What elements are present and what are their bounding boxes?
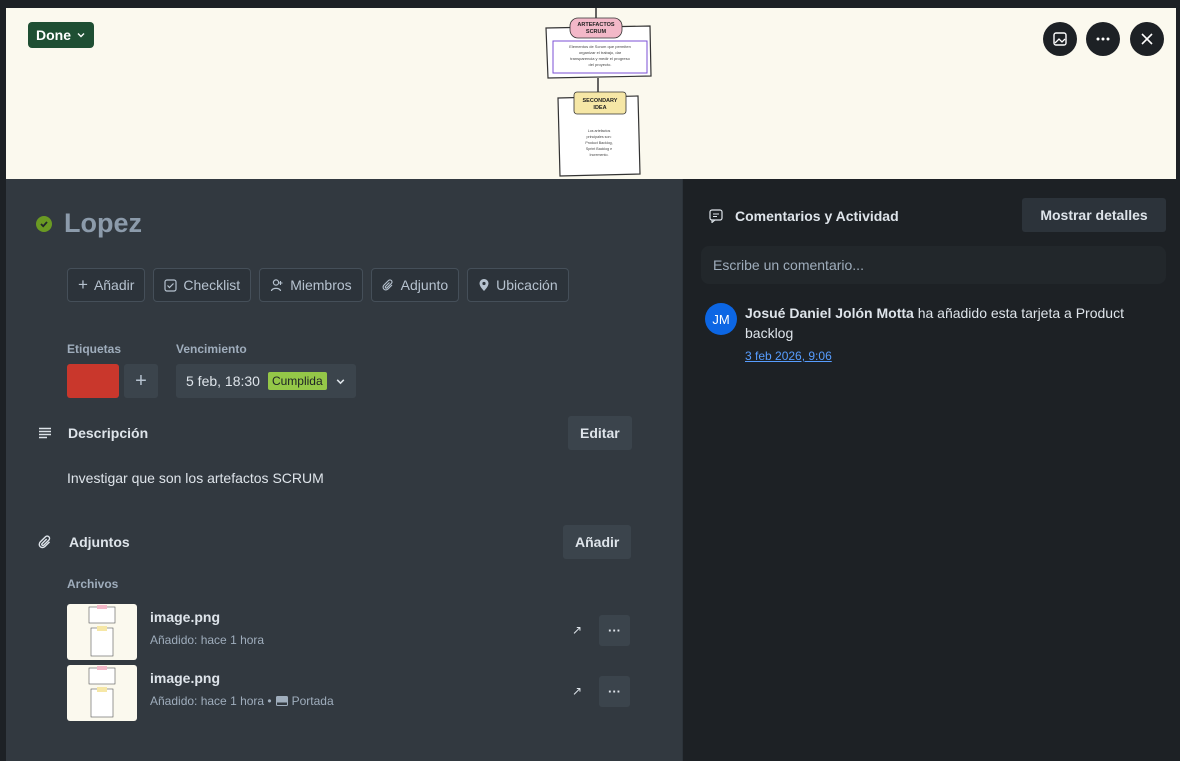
card-detail-modal: Done ARTEFACTOS SCRUM Elementos de Scrum… <box>6 8 1176 761</box>
svg-text:SCRUM: SCRUM <box>586 29 607 35</box>
svg-text:principales son:: principales son: <box>587 135 612 139</box>
svg-text:del proyecto.: del proyecto. <box>589 62 612 67</box>
members-button[interactable]: Miembros <box>259 268 363 302</box>
ellipsis-icon: ··· <box>608 684 621 699</box>
activity-entry: Josué Daniel Jolón Motta ha añadido esta… <box>745 303 1165 343</box>
complete-checkmark-icon[interactable] <box>36 215 52 232</box>
card-cover: Done ARTEFACTOS SCRUM Elementos de Scrum… <box>6 8 1176 179</box>
add-button[interactable]: + Añadir <box>67 268 146 302</box>
attachment-meta: Añadido: hace 1 hora • Portada <box>150 694 334 708</box>
open-attachment-button[interactable]: ↗ <box>567 616 587 644</box>
description-header: Descripción <box>38 425 148 441</box>
card-title[interactable]: Lopez <box>64 208 142 239</box>
svg-text:Sprint Backlog e: Sprint Backlog e <box>586 147 612 151</box>
labels-heading: Etiquetas <box>67 342 122 356</box>
close-button[interactable] <box>1130 22 1164 56</box>
avatar[interactable]: JM <box>705 303 737 335</box>
attachment-thumbnail[interactable] <box>67 665 137 721</box>
attachment-row[interactable]: image.png Añadido: hace 1 hora ↗ ··· <box>67 604 642 660</box>
attachment-label: Adjunto <box>400 277 449 293</box>
show-details-button[interactable]: Mostrar detalles <box>1022 198 1166 232</box>
arrow-up-right-icon: ↗ <box>571 684 583 698</box>
add-label: Añadir <box>93 277 135 293</box>
paperclip-icon <box>38 534 51 548</box>
comment-input[interactable] <box>701 246 1166 284</box>
svg-text:ARTEFACTOS: ARTEFACTOS <box>577 22 615 28</box>
due-status-badge: Cumplida <box>267 372 327 390</box>
chevron-down-icon <box>336 378 345 384</box>
members-label: Miembros <box>290 277 352 293</box>
description-icon <box>39 427 51 439</box>
due-heading: Vencimiento <box>176 342 247 356</box>
attachment-name: image.png <box>150 609 221 625</box>
add-label-button[interactable]: + <box>124 364 158 398</box>
plus-icon: + <box>135 369 147 392</box>
svg-text:IDEA: IDEA <box>593 105 606 111</box>
label-chip[interactable] <box>67 364 119 398</box>
attachment-date: Añadido: hace 1 hora <box>150 633 265 647</box>
edit-description-button[interactable]: Editar <box>568 416 632 450</box>
activity-panel: Comentarios y Actividad Mostrar detalles… <box>682 179 1176 761</box>
card-actions: + Añadir Checklist Miembros Adjunto Ubic… <box>67 268 569 302</box>
chevron-down-icon <box>77 33 85 38</box>
attachment-more-button[interactable]: ··· <box>599 615 630 646</box>
checklist-button[interactable]: Checklist <box>153 268 252 302</box>
svg-text:Incremento.: Incremento. <box>590 153 609 157</box>
card-title-row: Lopez <box>36 208 142 239</box>
image-icon <box>1053 32 1067 46</box>
due-date: 5 feb, 18:30 <box>186 373 260 389</box>
svg-text:SECONDARY: SECONDARY <box>583 98 618 104</box>
activity-user[interactable]: Josué Daniel Jolón Motta <box>745 305 914 321</box>
attachment-more-button[interactable]: ··· <box>599 676 630 707</box>
ellipsis-icon: ··· <box>608 623 621 638</box>
checklist-icon <box>164 278 178 292</box>
status-label: Done <box>36 27 71 43</box>
members-icon <box>271 279 283 292</box>
location-pin-icon <box>479 279 489 291</box>
attachments-header: Adjuntos <box>38 534 130 550</box>
plus-icon: + <box>78 275 88 294</box>
location-label: Ubicación <box>496 277 558 293</box>
checklist-label: Checklist <box>183 277 241 293</box>
cover-icon <box>275 696 288 706</box>
svg-text:transparencia y medir el progr: transparencia y medir el progreso <box>570 56 630 61</box>
due-date-button[interactable]: 5 feb, 18:30 Cumplida <box>176 364 356 398</box>
location-button[interactable]: Ubicación <box>467 268 569 302</box>
svg-text:organizar el trabajo, dar: organizar el trabajo, dar <box>579 50 622 55</box>
attachment-button[interactable]: Adjunto <box>370 268 460 302</box>
attachment-thumbnail[interactable] <box>67 604 137 660</box>
open-attachment-button[interactable]: ↗ <box>567 677 587 705</box>
activity-timestamp-link[interactable]: 3 feb 2026, 9:06 <box>745 349 832 363</box>
arrow-up-right-icon: ↗ <box>571 623 583 637</box>
activity-header: Comentarios y Actividad <box>709 208 899 224</box>
activity-heading: Comentarios y Actividad <box>735 208 899 224</box>
attachment-row[interactable]: image.png Añadido: hace 1 hora • Portada… <box>67 665 642 721</box>
attachment-meta: Añadido: hace 1 hora <box>150 633 264 647</box>
attachment-date: Añadido: hace 1 hora • <box>150 694 272 708</box>
card-main-panel: Lopez + Añadir Checklist Miembros Adjunt… <box>6 179 682 761</box>
add-attachment-button[interactable]: Añadir <box>563 525 632 559</box>
attachment-name: image.png <box>150 670 221 686</box>
files-heading: Archivos <box>67 577 119 591</box>
cover-image: ARTEFACTOS SCRUM Elementos de Scrum que … <box>545 8 652 177</box>
more-actions-button[interactable] <box>1086 22 1120 56</box>
attachments-heading: Adjuntos <box>69 534 130 550</box>
description-text[interactable]: Investigar que son los artefactos SCRUM <box>67 470 324 486</box>
close-icon <box>1141 33 1153 45</box>
svg-text:Los artefactos: Los artefactos <box>588 129 611 133</box>
comment-icon <box>709 209 723 223</box>
cover-label: Portada <box>291 694 334 708</box>
svg-text:Product Backlog,: Product Backlog, <box>585 141 612 145</box>
ellipsis-icon <box>1096 37 1110 41</box>
svg-text:Elementos de Scrum que permite: Elementos de Scrum que permiten <box>569 44 631 49</box>
status-dropdown[interactable]: Done <box>28 22 94 48</box>
change-cover-button[interactable] <box>1043 22 1077 56</box>
paperclip-icon <box>382 278 393 290</box>
description-heading: Descripción <box>68 425 149 441</box>
